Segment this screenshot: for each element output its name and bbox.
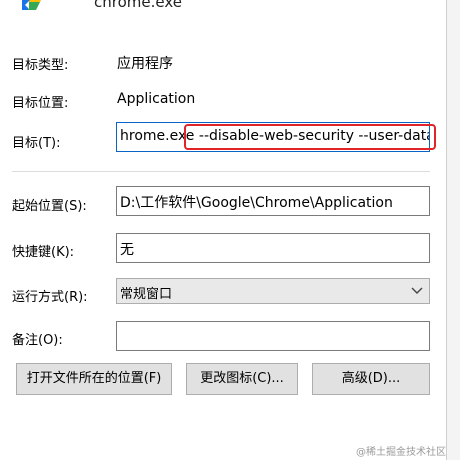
target-value-args: --disable-web-security --user-data-dir xyxy=(198,128,429,144)
shortcut-key-value: 无 xyxy=(120,242,134,258)
start-in-input[interactable]: D:\工作软件\Google\Chrome\Application xyxy=(116,186,430,216)
run-select[interactable]: 常规窗口 xyxy=(116,278,430,304)
target-type-label: 目标类型: xyxy=(12,58,69,73)
shortcut-key-label: 快捷键(K): xyxy=(12,245,75,260)
chevron-down-icon xyxy=(411,287,423,294)
divider xyxy=(12,171,430,172)
run-select-value: 常规窗口 xyxy=(120,287,173,302)
start-in-label: 起始位置(S): xyxy=(12,199,87,214)
change-icon-button[interactable]: 更改图标(C)... xyxy=(186,363,298,395)
run-label: 运行方式(R): xyxy=(12,290,88,305)
target-input[interactable]: hrome.exe --disable-web-security --user-… xyxy=(116,122,430,152)
comment-label: 备注(O): xyxy=(12,333,63,348)
advanced-button[interactable]: 高级(D)... xyxy=(312,363,430,395)
comment-input[interactable] xyxy=(116,321,430,351)
shortcut-properties-panel: chrome.exe 目标类型: 应用程序 目标位置: Application … xyxy=(0,0,446,460)
side-strip xyxy=(447,0,460,460)
chrome-icon xyxy=(22,0,41,10)
target-value-prefix: hrome.exe xyxy=(120,128,195,144)
target-location-value: Application xyxy=(117,91,196,107)
start-in-value: D:\工作软件\Google\Chrome\Application xyxy=(120,195,393,211)
watermark: @稀土掘金技术社区 xyxy=(356,447,446,458)
shortcut-key-input[interactable]: 无 xyxy=(116,233,430,263)
target-label: 目标(T): xyxy=(12,136,61,151)
open-file-location-button[interactable]: 打开文件所在的位置(F) xyxy=(16,363,172,395)
app-name: chrome.exe xyxy=(94,0,182,11)
target-input-text: hrome.exe --disable-web-security --user-… xyxy=(120,128,429,144)
target-location-label: 目标位置: xyxy=(12,96,69,111)
target-type-value: 应用程序 xyxy=(117,56,173,72)
